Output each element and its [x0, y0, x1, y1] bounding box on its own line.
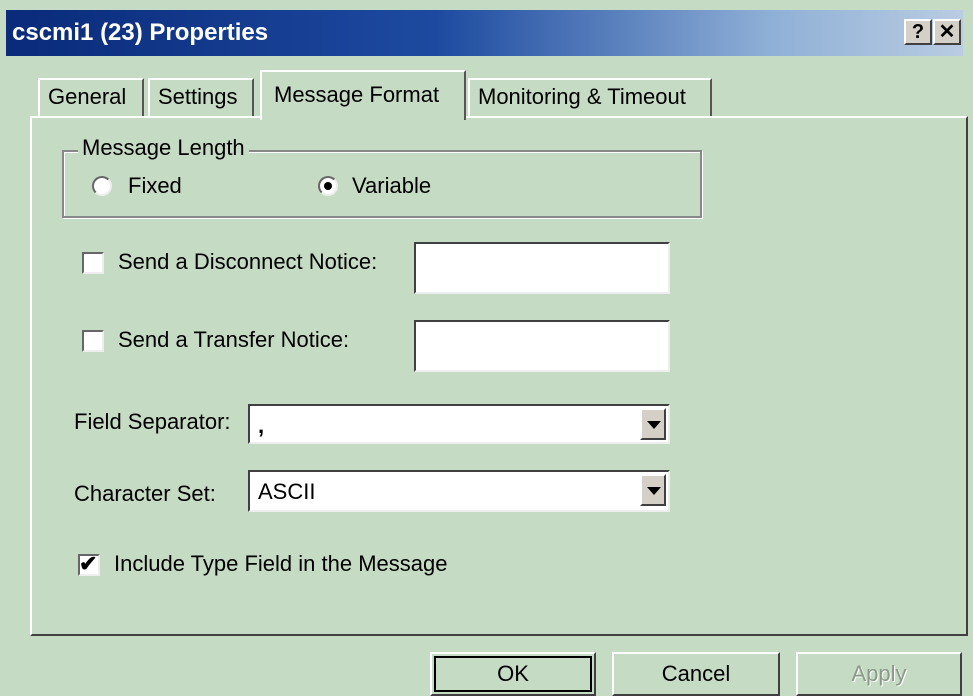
tab-monitoring-timeout[interactable]: Monitoring & Timeout	[468, 78, 712, 116]
field-separator-select[interactable]: ,	[248, 404, 670, 444]
title-bar[interactable]: cscmi1 (23) Properties ? ✕	[6, 10, 963, 56]
field-separator-label: Field Separator:	[74, 409, 231, 434]
radio-selected-dot	[324, 182, 332, 190]
cancel-button[interactable]: Cancel	[612, 652, 780, 696]
dropdown-button[interactable]	[640, 408, 666, 440]
message-length-group: Message Length Fixed Variable	[62, 134, 702, 218]
chevron-down-icon	[647, 421, 661, 429]
tab-message-format[interactable]: Message Format	[260, 70, 466, 120]
fixed-radio[interactable]	[92, 176, 112, 196]
disconnect-notice-field[interactable]	[414, 242, 670, 294]
fixed-radio-label[interactable]: Fixed	[128, 172, 182, 200]
tab-settings[interactable]: Settings	[148, 78, 254, 116]
apply-button[interactable]: Apply	[796, 652, 962, 696]
properties-dialog: cscmi1 (23) Properties ? ✕ General Setti…	[0, 0, 973, 696]
include-type-field-checkbox[interactable]: ✔	[78, 551, 100, 576]
character-set-label: Character Set:	[74, 481, 216, 506]
transfer-notice-checkbox[interactable]	[82, 330, 104, 352]
variable-radio-label[interactable]: Variable	[352, 172, 431, 200]
variable-radio[interactable]	[318, 176, 338, 196]
help-button[interactable]: ?	[904, 19, 932, 45]
message-length-legend: Message Length	[78, 134, 249, 162]
message-format-panel: Message Length Fixed Variable Send a Dis…	[30, 116, 968, 636]
tab-general[interactable]: General	[38, 78, 144, 116]
field-separator-value: ,	[258, 413, 265, 438]
character-set-select[interactable]: ASCII	[248, 470, 670, 512]
dropdown-button[interactable]	[640, 474, 666, 506]
character-set-value: ASCII	[258, 479, 316, 504]
close-icon: ✕	[938, 21, 956, 43]
include-type-field-label[interactable]: Include Type Field in the Message	[114, 550, 447, 578]
transfer-notice-label[interactable]: Send a Transfer Notice:	[118, 326, 349, 354]
transfer-notice-field[interactable]	[414, 320, 670, 372]
disconnect-notice-checkbox[interactable]	[82, 252, 104, 274]
disconnect-notice-label[interactable]: Send a Disconnect Notice:	[118, 248, 377, 276]
ok-button[interactable]: OK	[430, 652, 596, 696]
chevron-down-icon	[647, 487, 661, 495]
close-button[interactable]: ✕	[933, 19, 961, 45]
checkmark-icon: ✔	[79, 551, 98, 576]
window-title: cscmi1 (23) Properties	[12, 19, 269, 46]
